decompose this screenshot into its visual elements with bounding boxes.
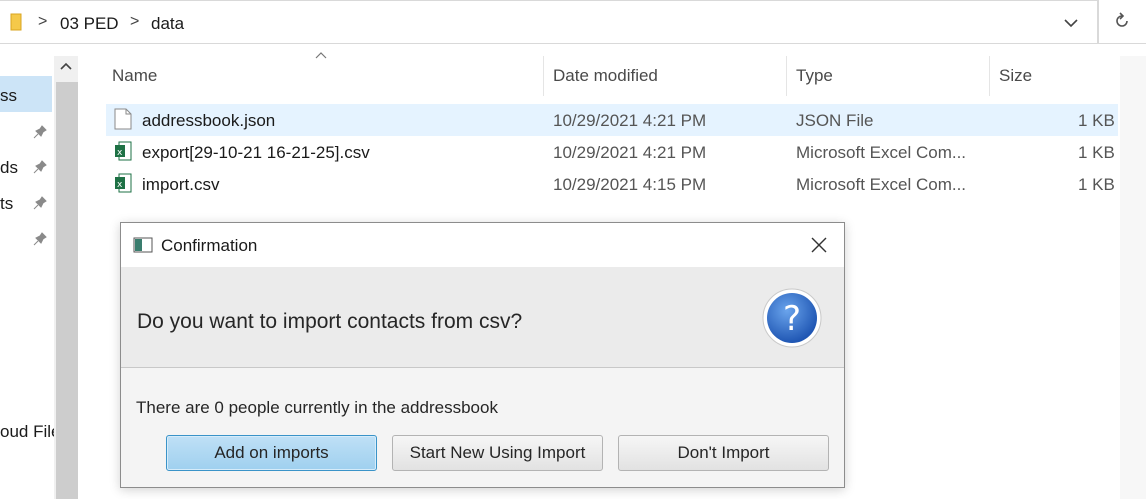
- file-row[interactable]: addressbook.json 10/29/2021 4:21 PM JSON…: [106, 104, 1118, 136]
- column-header-size[interactable]: Size: [999, 66, 1032, 106]
- pin-icon[interactable]: [33, 125, 47, 139]
- svg-text:?: ?: [783, 299, 801, 339]
- address-bar[interactable]: > 03 PED > data: [0, 0, 1098, 44]
- refresh-button[interactable]: [1098, 0, 1146, 44]
- breadcrumb-03-ped[interactable]: 03 PED: [60, 14, 119, 34]
- refresh-icon: [1116, 12, 1128, 27]
- excel-icon: x: [115, 173, 132, 193]
- breadcrumb-separator: >: [38, 13, 48, 30]
- file-date: 10/29/2021 4:21 PM: [553, 111, 707, 130]
- pin-icon[interactable]: [33, 232, 47, 246]
- column-divider[interactable]: [786, 56, 787, 96]
- file-name[interactable]: import.csv: [142, 175, 219, 195]
- file-type: Microsoft Excel Com...: [796, 175, 967, 194]
- dialog-title: Confirmation: [161, 236, 258, 255]
- column-divider[interactable]: [989, 56, 990, 96]
- dialog-question: Do you want to import contacts from csv?: [137, 310, 523, 333]
- start-new-using-import-button[interactable]: Start New Using Import: [392, 435, 603, 471]
- file-name[interactable]: addressbook.json: [142, 111, 275, 131]
- file-name[interactable]: export[29-10-21 16-21-25].csv: [142, 143, 370, 163]
- file-size: 1 KB: [1078, 143, 1115, 162]
- add-on-imports-button[interactable]: Add on imports: [166, 435, 377, 471]
- sort-ascending-icon: [315, 52, 327, 59]
- nav-item-downloads[interactable]: ds: [0, 158, 18, 178]
- question-mark-icon: ?: [762, 288, 822, 348]
- file-list-scrollbar[interactable]: [1120, 56, 1146, 499]
- column-header-date-modified[interactable]: Date modified: [553, 66, 658, 106]
- document-icon: [114, 108, 132, 130]
- dialog-info-text: There are 0 people currently in the addr…: [136, 398, 498, 417]
- pin-icon[interactable]: [33, 196, 47, 210]
- scroll-up-icon[interactable]: [57, 58, 75, 76]
- file-date: 10/29/2021 4:15 PM: [553, 175, 707, 194]
- dialog-header: Do you want to import contacts from csv?…: [121, 267, 844, 368]
- confirmation-dialog: Confirmation Do you want to import conta…: [120, 222, 845, 488]
- file-size: 1 KB: [1078, 175, 1115, 194]
- nav-scrollbar-thumb[interactable]: [56, 82, 78, 499]
- dont-import-button[interactable]: Don't Import: [618, 435, 829, 471]
- file-date: 10/29/2021 4:21 PM: [553, 143, 707, 162]
- column-header-name[interactable]: Name: [112, 66, 157, 106]
- nav-item-cloud-files[interactable]: oud File: [0, 422, 60, 442]
- breadcrumb-separator: >: [130, 13, 140, 30]
- file-type: JSON File: [796, 111, 874, 130]
- column-header-type[interactable]: Type: [796, 66, 833, 106]
- nav-item-documents[interactable]: ts: [0, 194, 13, 214]
- svg-text:x: x: [117, 148, 123, 158]
- nav-item-selected[interactable]: ss: [0, 86, 17, 106]
- excel-icon: x: [115, 141, 132, 161]
- file-type: Microsoft Excel Com...: [796, 143, 967, 162]
- dialog-titlebar[interactable]: Confirmation: [121, 223, 844, 267]
- file-row[interactable]: x export[29-10-21 16-21-25].csv 10/29/20…: [106, 136, 1118, 168]
- breadcrumb-data[interactable]: data: [151, 14, 184, 34]
- svg-text:x: x: [117, 180, 123, 190]
- folder-icon: [10, 13, 22, 31]
- file-row[interactable]: x import.csv 10/29/2021 4:15 PM Microsof…: [106, 168, 1118, 200]
- column-divider[interactable]: [543, 56, 544, 96]
- close-icon: [811, 237, 827, 253]
- close-button[interactable]: [801, 231, 837, 259]
- app-window-icon: [133, 237, 153, 253]
- chevron-down-icon[interactable]: [1060, 13, 1082, 33]
- pin-icon[interactable]: [33, 160, 47, 174]
- file-size: 1 KB: [1078, 111, 1115, 130]
